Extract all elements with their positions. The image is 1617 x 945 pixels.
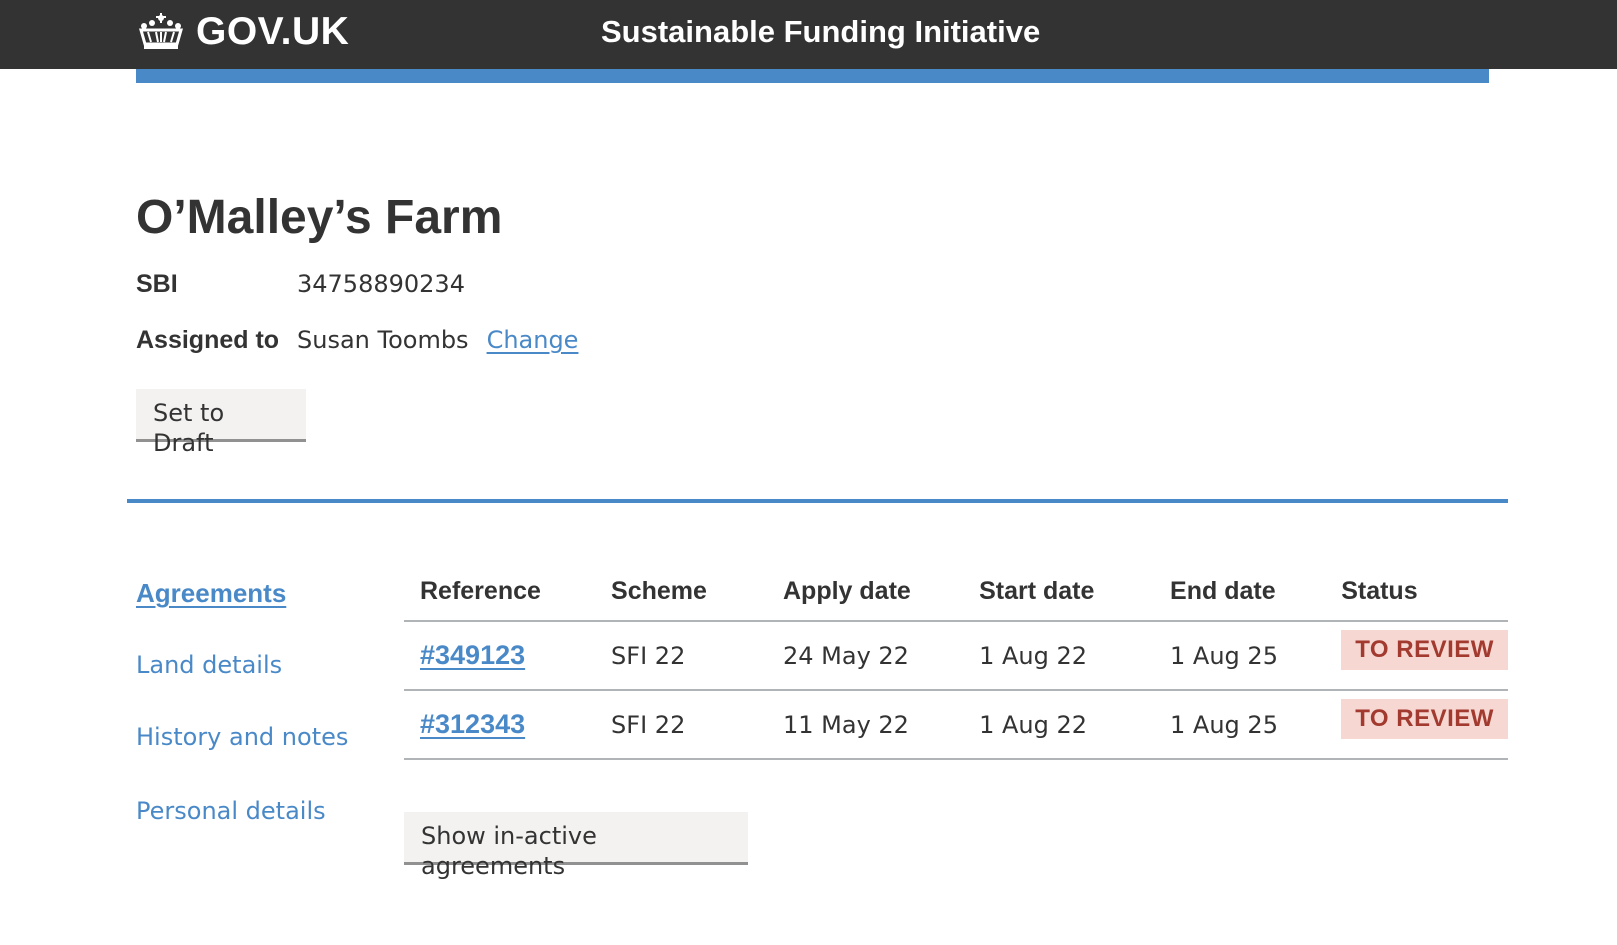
logo-text: GOV.UK [196, 10, 350, 53]
agreement-reference-link[interactable]: #312343 [420, 709, 525, 739]
crown-icon [136, 12, 186, 52]
set-to-draft-button[interactable]: Set to Draft [136, 389, 306, 457]
header-accent-bar [136, 69, 1489, 83]
header-apply-date: Apply date [767, 572, 964, 622]
header-scheme: Scheme [595, 572, 767, 622]
show-inactive-agreements-button[interactable]: Show in-active agreements [404, 812, 748, 880]
agreements-table: Reference Scheme Apply date Start date E… [404, 572, 1508, 760]
page-title: O’Malley’s Farm [136, 191, 503, 244]
reference-cell: #349123 [404, 621, 596, 691]
side-nav-personal-details[interactable]: Personal details [136, 796, 326, 826]
sbi-row: SBI 34758890234 [136, 269, 465, 299]
sbi-value: 34758890234 [297, 270, 465, 298]
assigned-row: Assigned to Susan Toombs Change [136, 325, 578, 355]
site-header: GOV.UK Sustainable Funding Initiative [0, 0, 1617, 69]
section-divider [127, 499, 1508, 503]
apply-date-cell: 11 May 22 [767, 690, 964, 760]
status-badge: TO REVIEW [1341, 630, 1508, 670]
sbi-label: SBI [136, 270, 178, 298]
side-nav-history-and-notes[interactable]: History and notes [136, 722, 348, 752]
govuk-logo-link[interactable]: GOV.UK [136, 10, 349, 54]
status-cell: TO REVIEW [1325, 621, 1508, 691]
side-nav-land-details[interactable]: Land details [136, 650, 282, 680]
service-name[interactable]: Sustainable Funding Initiative [601, 12, 1040, 52]
assigned-value: Susan Toombs [297, 326, 469, 354]
assigned-label: Assigned to [136, 326, 280, 354]
table-header-row: Reference Scheme Apply date Start date E… [404, 572, 1508, 622]
scheme-cell: SFI 22 [595, 621, 767, 691]
header-status: Status [1325, 572, 1508, 622]
table-row: #312343 SFI 22 11 May 22 1 Aug 22 1 Aug … [404, 690, 1508, 760]
reference-cell: #312343 [404, 690, 596, 760]
end-date-cell: 1 Aug 25 [1154, 690, 1326, 760]
agreement-reference-link[interactable]: #349123 [420, 640, 525, 670]
start-date-cell: 1 Aug 22 [963, 621, 1155, 691]
start-date-cell: 1 Aug 22 [963, 690, 1155, 760]
apply-date-cell: 24 May 22 [767, 621, 964, 691]
status-cell: TO REVIEW [1325, 690, 1508, 760]
header-end-date: End date [1154, 572, 1326, 622]
header-start-date: Start date [963, 572, 1155, 622]
header-reference: Reference [404, 572, 596, 622]
side-nav-agreements[interactable]: Agreements [136, 578, 286, 608]
change-assignee-link[interactable]: Change [487, 325, 579, 355]
scheme-cell: SFI 22 [595, 690, 767, 760]
end-date-cell: 1 Aug 25 [1154, 621, 1326, 691]
status-badge: TO REVIEW [1341, 699, 1508, 739]
table-row: #349123 SFI 22 24 May 22 1 Aug 22 1 Aug … [404, 621, 1508, 691]
